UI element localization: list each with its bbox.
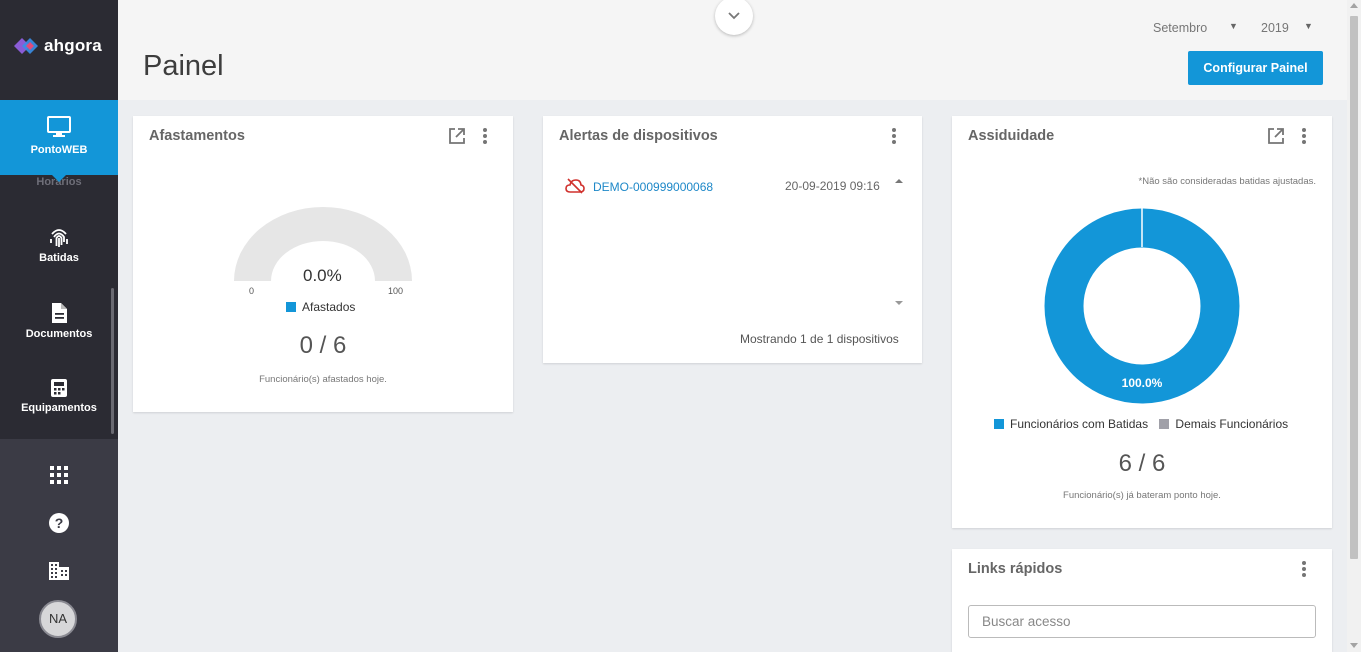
svg-text:?: ? <box>55 515 64 531</box>
legend-label: Funcionários com Batidas <box>1010 417 1149 431</box>
open-external-icon[interactable] <box>448 127 466 145</box>
page-title: Painel <box>143 50 224 82</box>
card-title: Links rápidos <box>968 561 1063 577</box>
card-title: Afastamentos <box>149 128 245 144</box>
sidebar-item-batidas[interactable]: Batidas <box>0 226 118 264</box>
sidebar-item-label: Equipamentos <box>21 402 97 414</box>
year-select[interactable]: 2019 <box>1261 21 1289 35</box>
donut-value-label: 100.0% <box>1121 376 1163 390</box>
sidebar-item-documentos[interactable]: Documentos <box>0 302 118 340</box>
sidebar-item-label: PontoWEB <box>30 144 88 156</box>
legend-swatch <box>994 419 1004 429</box>
card-title: Alertas de dispositivos <box>559 128 718 144</box>
legend-swatch <box>286 302 296 312</box>
logo-text: ahgora <box>44 36 102 55</box>
scroll-up-icon[interactable] <box>1350 3 1358 8</box>
help-icon[interactable]: ? <box>47 511 71 535</box>
page-scrollbar[interactable] <box>1347 0 1361 652</box>
sidebar-item-pontoweb[interactable]: PontoWEB <box>0 100 118 182</box>
alertas-footer: Mostrando 1 de 1 dispositivos <box>740 332 899 346</box>
assiduidade-card: Assiduidade *Não são consideradas batida… <box>952 116 1332 528</box>
list-scroll-up-icon[interactable] <box>895 179 903 183</box>
links-rapidos-card: Links rápidos <box>952 549 1332 652</box>
monitor-icon <box>47 116 71 137</box>
afastados-count: 0 / 6 <box>299 332 347 359</box>
sidebar-nav <box>0 0 118 439</box>
legend-label: Afastados <box>302 300 356 314</box>
donut-legend: Funcionários com Batidas Demais Funcioná… <box>994 417 1288 431</box>
sidebar-item-equipamentos[interactable]: Equipamentos <box>0 378 118 414</box>
batidas-note: Funcionário(s) já bateram ponto hoje. <box>1063 490 1221 501</box>
assiduidade-disclaimer: *Não são consideradas batidas ajustadas. <box>1138 176 1316 187</box>
afastados-note: Funcionário(s) afastados hoje. <box>259 374 387 385</box>
alert-datetime: 20-09-2019 09:16 <box>785 179 880 193</box>
collapse-header-button[interactable] <box>715 0 753 35</box>
afastamentos-card: Afastamentos 0.0% 0 100 Afastados 0 / 6 … <box>133 116 513 412</box>
header: Painel Setembro ▼ 2019 ▼ Configurar Pain… <box>118 0 1347 100</box>
device-icon <box>51 379 67 397</box>
chevron-down-icon <box>728 12 740 20</box>
more-options-icon[interactable] <box>1302 128 1306 144</box>
device-link[interactable]: DEMO-000999000068 <box>593 180 713 194</box>
search-access-input[interactable] <box>968 605 1316 638</box>
avatar[interactable]: NA <box>39 600 77 638</box>
fingerprint-icon <box>50 229 68 247</box>
scrollbar-thumb[interactable] <box>1350 16 1358 559</box>
sidebar-item-label: Documentos <box>25 328 93 340</box>
alertas-card: Alertas de dispositivos DEMO-00099900006… <box>543 116 922 363</box>
gauge-min-label: 0 <box>249 286 255 296</box>
gauge-value: 0.0% <box>303 266 342 285</box>
logo[interactable]: ahgora <box>14 34 102 58</box>
document-icon <box>52 303 67 323</box>
legend-swatch <box>1159 419 1170 429</box>
card-title: Assiduidade <box>968 128 1055 144</box>
gauge-max-label: 100 <box>388 286 404 296</box>
more-options-icon[interactable] <box>892 128 896 144</box>
assiduidade-donut <box>1044 208 1240 404</box>
month-caret-icon[interactable]: ▼ <box>1229 21 1238 31</box>
sidebar-scrollbar[interactable] <box>111 288 114 434</box>
more-options-icon[interactable] <box>1302 561 1306 577</box>
sidebar-item-label: Batidas <box>39 252 79 264</box>
donut-slice-com-batidas <box>1044 208 1240 404</box>
more-options-icon[interactable] <box>483 128 487 144</box>
sidebar: ahgora Horários PontoWEB Batidas Documen… <box>0 0 118 652</box>
building-icon[interactable] <box>47 559 71 583</box>
scroll-down-icon[interactable] <box>1350 643 1358 648</box>
legend-label: Demais Funcionários <box>1175 417 1289 431</box>
apps-grid-icon[interactable] <box>47 463 71 487</box>
month-select[interactable]: Setembro <box>1153 21 1207 35</box>
year-caret-icon[interactable]: ▼ <box>1304 21 1313 31</box>
ahgora-logo-icon <box>14 38 38 54</box>
gauge-legend: Afastados <box>286 300 355 314</box>
open-external-icon[interactable] <box>1267 127 1285 145</box>
list-scroll-down-icon[interactable] <box>895 301 903 305</box>
configurar-painel-button[interactable]: Configurar Painel <box>1188 51 1323 85</box>
batidas-count: 6 / 6 <box>1118 450 1166 477</box>
cloud-off-icon <box>565 178 585 194</box>
